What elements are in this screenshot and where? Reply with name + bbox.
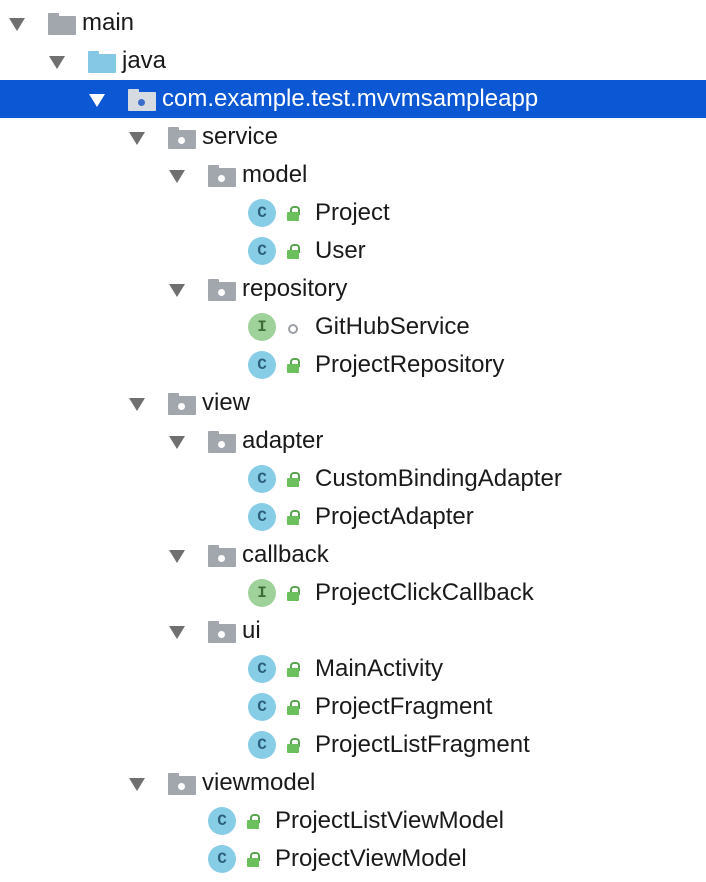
tree-label-project: Project bbox=[315, 199, 390, 226]
tree-row-view[interactable]: view bbox=[0, 384, 706, 422]
tree-row-adapter[interactable]: adapter bbox=[0, 422, 706, 460]
lock-icon bbox=[286, 738, 300, 754]
tree-label-ui: ui bbox=[242, 617, 261, 644]
expand-arrow-icon[interactable] bbox=[49, 56, 65, 69]
tree-row-ui[interactable]: ui bbox=[0, 612, 706, 650]
tree-row-service[interactable]: service bbox=[0, 118, 706, 156]
tree-label-callback: callback bbox=[242, 541, 329, 568]
project-tree: main java com.example.test.mvvmsampleapp… bbox=[0, 0, 706, 882]
tree-label-repository: repository bbox=[242, 275, 348, 302]
tree-row-main-activity[interactable]: C MainActivity bbox=[0, 650, 706, 688]
tree-label-project-repository: ProjectRepository bbox=[315, 351, 505, 378]
tree-row-project-list-fragment[interactable]: C ProjectListFragment bbox=[0, 726, 706, 764]
class-icon: C bbox=[248, 731, 276, 759]
tree-label-main: main bbox=[82, 9, 135, 36]
tree-row-github-service[interactable]: I GitHubService bbox=[0, 308, 706, 346]
package-icon bbox=[168, 393, 196, 415]
tree-label-project-list-fragment: ProjectListFragment bbox=[315, 731, 530, 758]
tree-label-service: service bbox=[202, 123, 279, 150]
class-icon: C bbox=[248, 693, 276, 721]
tree-row-java[interactable]: java bbox=[0, 42, 706, 80]
expand-arrow-icon[interactable] bbox=[129, 778, 145, 791]
expand-arrow-icon[interactable] bbox=[169, 626, 185, 639]
class-icon: C bbox=[248, 503, 276, 531]
lock-icon bbox=[286, 244, 300, 260]
tree-label-project-view-model: ProjectViewModel bbox=[275, 845, 467, 872]
package-icon bbox=[208, 279, 236, 301]
package-icon bbox=[208, 431, 236, 453]
tree-row-project[interactable]: C Project bbox=[0, 194, 706, 232]
expand-arrow-icon[interactable] bbox=[169, 284, 185, 297]
tree-row-user[interactable]: C User bbox=[0, 232, 706, 270]
circle-icon bbox=[288, 324, 298, 334]
expand-arrow-icon[interactable] bbox=[129, 132, 145, 145]
class-icon: C bbox=[248, 237, 276, 265]
expand-arrow-icon[interactable] bbox=[169, 550, 185, 563]
class-icon: C bbox=[208, 807, 236, 835]
tree-row-project-repository[interactable]: C ProjectRepository bbox=[0, 346, 706, 384]
class-icon: C bbox=[248, 351, 276, 379]
tree-label-model: model bbox=[242, 161, 308, 188]
tree-label-view: view bbox=[202, 389, 251, 416]
package-icon bbox=[128, 89, 156, 111]
lock-icon bbox=[286, 358, 300, 374]
package-icon bbox=[208, 545, 236, 567]
tree-label-adapter: adapter bbox=[242, 427, 324, 454]
source-folder-icon bbox=[88, 51, 116, 73]
expand-arrow-icon[interactable] bbox=[9, 18, 25, 31]
lock-icon bbox=[286, 662, 300, 678]
class-icon: C bbox=[208, 845, 236, 873]
package-icon bbox=[168, 127, 196, 149]
tree-row-project-adapter[interactable]: C ProjectAdapter bbox=[0, 498, 706, 536]
tree-label-main-activity: MainActivity bbox=[315, 655, 444, 682]
interface-icon: I bbox=[248, 579, 276, 607]
expand-arrow-icon[interactable] bbox=[89, 94, 105, 107]
tree-row-project-fragment[interactable]: C ProjectFragment bbox=[0, 688, 706, 726]
package-icon bbox=[168, 773, 196, 795]
lock-icon bbox=[246, 852, 260, 868]
tree-label-java: java bbox=[122, 47, 167, 74]
tree-label-user: User bbox=[315, 237, 366, 264]
lock-icon bbox=[246, 814, 260, 830]
tree-row-project-click-callback[interactable]: I ProjectClickCallback bbox=[0, 574, 706, 612]
expand-arrow-icon[interactable] bbox=[169, 170, 185, 183]
folder-icon bbox=[48, 13, 76, 35]
tree-row-project-list-view-model[interactable]: C ProjectListViewModel bbox=[0, 802, 706, 840]
package-icon bbox=[208, 621, 236, 643]
interface-icon: I bbox=[248, 313, 276, 341]
lock-icon bbox=[286, 206, 300, 222]
tree-row-viewmodel[interactable]: viewmodel bbox=[0, 764, 706, 802]
tree-label-github-service: GitHubService bbox=[315, 313, 470, 340]
lock-icon bbox=[286, 700, 300, 716]
tree-row-callback[interactable]: callback bbox=[0, 536, 706, 574]
tree-label-project-click-callback: ProjectClickCallback bbox=[315, 579, 534, 606]
tree-label-package: com.example.test.mvvmsampleapp bbox=[162, 85, 539, 112]
expand-arrow-icon[interactable] bbox=[169, 436, 185, 449]
tree-label-viewmodel: viewmodel bbox=[202, 769, 316, 796]
lock-icon bbox=[286, 472, 300, 488]
package-icon bbox=[208, 165, 236, 187]
tree-label-project-adapter: ProjectAdapter bbox=[315, 503, 474, 530]
class-icon: C bbox=[248, 199, 276, 227]
tree-row-repository[interactable]: repository bbox=[0, 270, 706, 308]
class-icon: C bbox=[248, 465, 276, 493]
tree-label-project-list-view-model: ProjectListViewModel bbox=[275, 807, 504, 834]
tree-label-custom-binding-adapter: CustomBindingAdapter bbox=[315, 465, 562, 492]
tree-row-project-view-model[interactable]: C ProjectViewModel bbox=[0, 840, 706, 878]
tree-row-model[interactable]: model bbox=[0, 156, 706, 194]
tree-row-main[interactable]: main bbox=[0, 4, 706, 42]
tree-row-package[interactable]: com.example.test.mvvmsampleapp bbox=[0, 80, 706, 118]
expand-arrow-icon[interactable] bbox=[129, 398, 145, 411]
tree-label-project-fragment: ProjectFragment bbox=[315, 693, 493, 720]
tree-row-custom-binding-adapter[interactable]: C CustomBindingAdapter bbox=[0, 460, 706, 498]
lock-icon bbox=[286, 586, 300, 602]
class-icon: C bbox=[248, 655, 276, 683]
lock-icon bbox=[286, 510, 300, 526]
